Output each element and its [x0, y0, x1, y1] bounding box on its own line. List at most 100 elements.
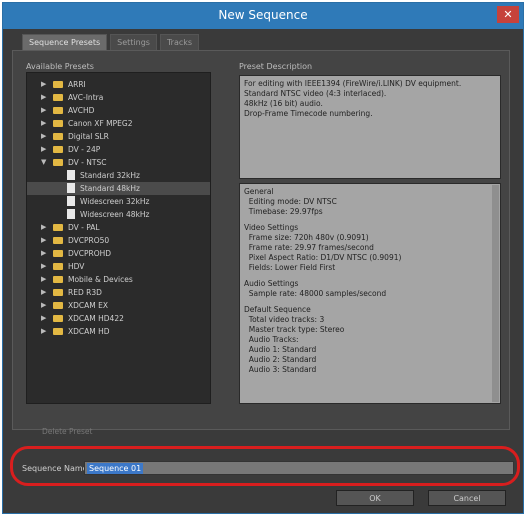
- preset-folder[interactable]: ▶ DVCPRO50: [27, 234, 210, 247]
- expand-right-icon[interactable]: ▶: [41, 143, 46, 156]
- preset-details-box[interactable]: General Editing mode: DV NTSC Timebase: …: [239, 183, 501, 404]
- expand-right-icon[interactable]: ▶: [41, 260, 46, 273]
- preset-item[interactable]: Standard 48kHz: [27, 182, 210, 195]
- detail-line: Audio Settings: [244, 279, 299, 288]
- preset-item[interactable]: Standard 32kHz: [27, 169, 210, 182]
- summary-line: Drop-Frame Timecode numbering.: [244, 109, 373, 118]
- summary-line: Standard NTSC video (4:3 interlaced).: [244, 89, 387, 98]
- expand-right-icon[interactable]: ▶: [41, 221, 46, 234]
- sequence-name-label: Sequence Name:: [22, 464, 91, 473]
- folder-icon: [53, 120, 63, 127]
- preset-folder[interactable]: ▼ DV - NTSC: [27, 156, 210, 169]
- preset-label: Widescreen 32kHz: [80, 197, 150, 206]
- preset-folder[interactable]: ▶ XDCAM HD: [27, 325, 210, 338]
- preset-folder[interactable]: ▶ HDV: [27, 260, 210, 273]
- preset-item[interactable]: Widescreen 32kHz: [27, 195, 210, 208]
- expand-right-icon[interactable]: ▶: [41, 130, 46, 143]
- expand-down-icon[interactable]: ▼: [41, 156, 46, 169]
- detail-line: Audio Tracks:: [244, 335, 299, 344]
- preset-folder[interactable]: ▶ XDCAM HD422: [27, 312, 210, 325]
- preset-folder[interactable]: ▶ Digital SLR: [27, 130, 210, 143]
- folder-icon: [53, 81, 63, 88]
- folder-icon: [53, 315, 63, 322]
- preset-file-icon: [67, 209, 75, 219]
- expand-right-icon[interactable]: ▶: [41, 247, 46, 260]
- preset-folder[interactable]: ▶ DVCPROHD: [27, 247, 210, 260]
- close-icon: ✕: [503, 8, 513, 21]
- close-button[interactable]: ✕: [497, 6, 519, 23]
- detail-line: Frame size: 720h 480v (0.9091): [244, 233, 369, 242]
- preset-label: DV - PAL: [68, 223, 100, 232]
- preset-folder[interactable]: ▶ Mobile & Devices: [27, 273, 210, 286]
- folder-icon: [53, 276, 63, 283]
- tab-sequence-presets[interactable]: Sequence Presets: [22, 34, 108, 50]
- preset-folder[interactable]: ▶ AVC-Intra: [27, 91, 210, 104]
- expand-right-icon[interactable]: ▶: [41, 91, 46, 104]
- folder-icon: [53, 263, 63, 270]
- folder-icon: [53, 94, 63, 101]
- preset-label: XDCAM HD: [68, 327, 110, 336]
- tab-bar: Sequence Presets Settings Tracks: [22, 34, 202, 50]
- preset-folder[interactable]: ▶ RED R3D: [27, 286, 210, 299]
- folder-icon: [53, 328, 63, 335]
- preset-label: DVCPROHD: [68, 249, 112, 258]
- detail-line: Editing mode: DV NTSC: [244, 197, 337, 206]
- folder-icon: [53, 146, 63, 153]
- preset-folder[interactable]: ▶ AVCHD: [27, 104, 210, 117]
- preset-label: AVCHD: [68, 106, 95, 115]
- expand-right-icon[interactable]: ▶: [41, 299, 46, 312]
- expand-right-icon[interactable]: ▶: [41, 325, 46, 338]
- preset-item[interactable]: Widescreen 48kHz: [27, 208, 210, 221]
- expand-right-icon[interactable]: ▶: [41, 273, 46, 286]
- folder-icon: [53, 133, 63, 140]
- detail-line: Audio 3: Standard: [244, 365, 317, 374]
- preset-label: Standard 48kHz: [80, 184, 140, 193]
- expand-right-icon[interactable]: ▶: [41, 234, 46, 247]
- expand-right-icon[interactable]: ▶: [41, 117, 46, 130]
- preset-label: Widescreen 48kHz: [80, 210, 150, 219]
- expand-right-icon[interactable]: ▶: [41, 312, 46, 325]
- delete-preset-button[interactable]: Delete Preset: [42, 427, 92, 436]
- preset-file-icon: [67, 170, 75, 180]
- preset-file-icon: [67, 183, 75, 193]
- sequence-name-value: Sequence 01: [87, 463, 144, 474]
- expand-right-icon[interactable]: ▶: [41, 78, 46, 91]
- folder-icon: [53, 289, 63, 296]
- detail-line: Sample rate: 48000 samples/second: [244, 289, 387, 298]
- presets-tree[interactable]: ▶ ARRI ▶ AVC-Intra ▶ AVCHD ▶ Canon XF MPEG2 ▶ Dig…: [26, 72, 211, 404]
- details-scrollbar[interactable]: [492, 185, 499, 402]
- preset-folder[interactable]: ▶ ARRI: [27, 78, 210, 91]
- ok-button[interactable]: OK: [336, 490, 414, 506]
- preset-folder[interactable]: ▶ XDCAM EX: [27, 299, 210, 312]
- preset-label: Digital SLR: [68, 132, 109, 141]
- preset-label: HDV: [68, 262, 85, 271]
- detail-line: Master track type: Stereo: [244, 325, 345, 334]
- preset-folder[interactable]: ▶ DV - 24P: [27, 143, 210, 156]
- preset-folder[interactable]: ▶ Canon XF MPEG2: [27, 117, 210, 130]
- title-bar[interactable]: New Sequence ✕: [3, 3, 523, 29]
- preset-label: XDCAM EX: [68, 301, 109, 310]
- folder-icon: [53, 250, 63, 257]
- summary-line: For editing with IEEE1394 (FireWire/i.LI…: [244, 79, 462, 88]
- expand-right-icon[interactable]: ▶: [41, 104, 46, 117]
- expand-right-icon[interactable]: ▶: [41, 286, 46, 299]
- folder-icon: [53, 107, 63, 114]
- tab-tracks[interactable]: Tracks: [159, 34, 200, 50]
- preset-label: DV - NTSC: [68, 158, 107, 167]
- preset-label: AVC-Intra: [68, 93, 104, 102]
- tab-settings[interactable]: Settings: [110, 34, 157, 50]
- summary-line: 48kHz (16 bit) audio.: [244, 99, 323, 108]
- detail-line: Audio 1: Standard: [244, 345, 317, 354]
- folder-icon: [53, 237, 63, 244]
- preset-label: ARRI: [68, 80, 86, 89]
- folder-icon: [53, 224, 63, 231]
- preset-folder[interactable]: ▶ DV - PAL: [27, 221, 210, 234]
- detail-line: Pixel Aspect Ratio: D1/DV NTSC (0.9091): [244, 253, 402, 262]
- folder-icon: [53, 159, 63, 166]
- detail-line: Audio 2: Standard: [244, 355, 317, 364]
- cancel-button[interactable]: Cancel: [428, 490, 506, 506]
- detail-line: Video Settings: [244, 223, 299, 232]
- folder-icon: [53, 302, 63, 309]
- detail-line: General: [244, 187, 274, 196]
- sequence-name-input[interactable]: Sequence 01: [84, 461, 514, 475]
